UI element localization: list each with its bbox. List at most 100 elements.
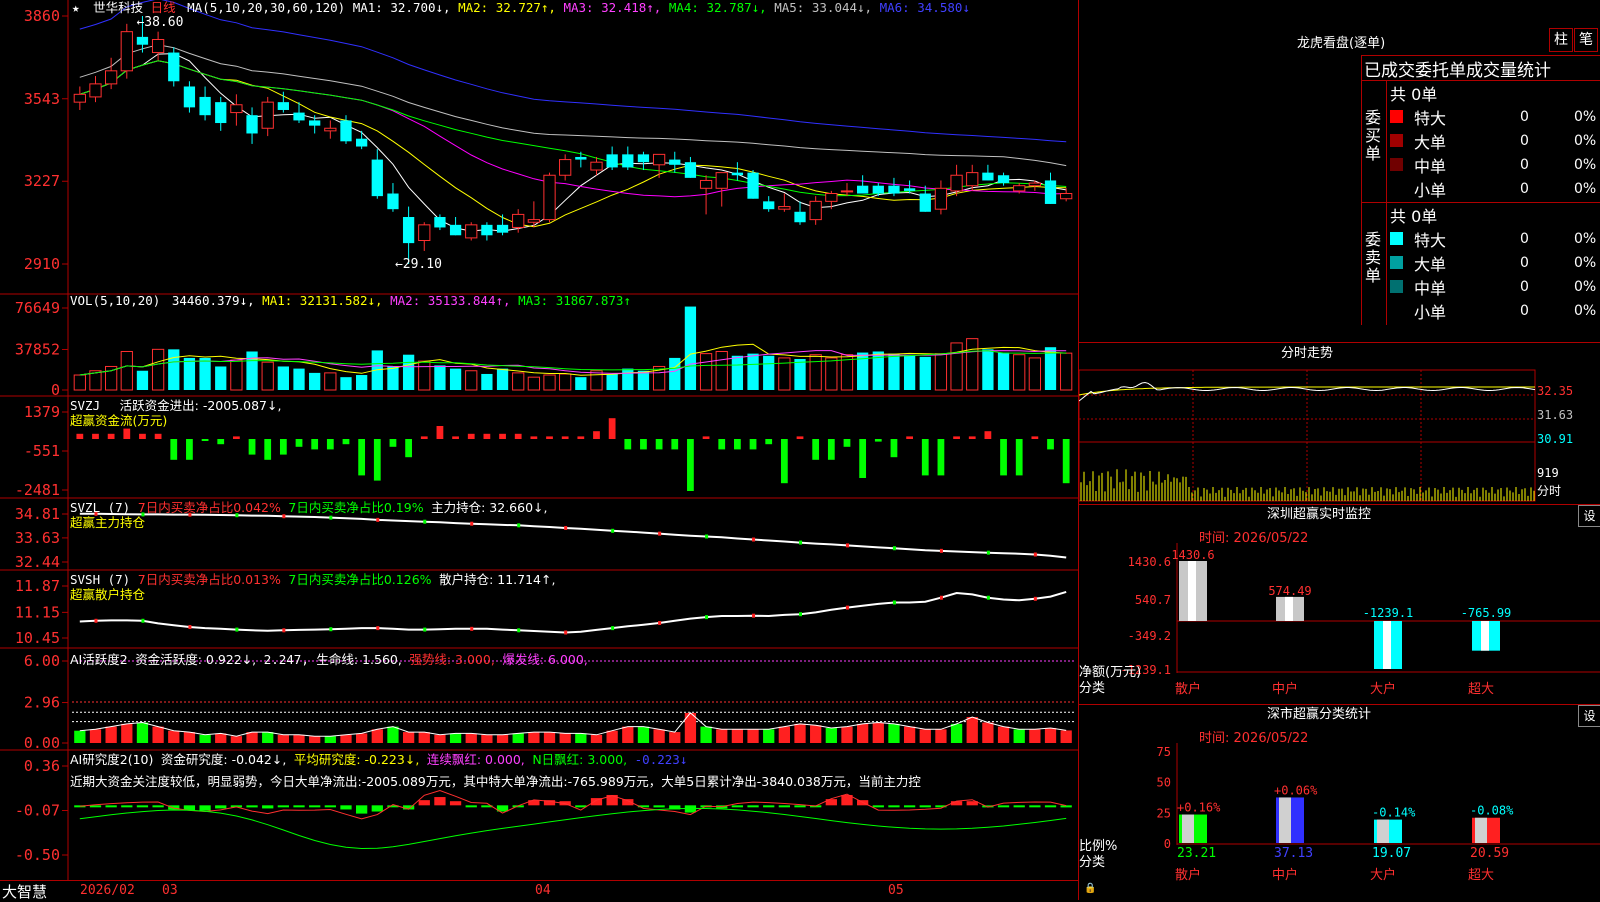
vol-bar-down: [903, 354, 916, 390]
svzj-header: SVZJ 活跃资金进出: -2005.087↓, 超赢资金流(万元): [70, 398, 281, 428]
brand-logo[interactable]: 大智慧: [2, 881, 47, 902]
sz-category-label: 大户: [1370, 681, 1396, 697]
intraday-chart[interactable]: 32.35 31.63 30.91 919 分时: [1079, 365, 1600, 503]
buy-pct: 0%: [1574, 157, 1597, 173]
ai1-bar: [496, 734, 509, 743]
svzj-bar: [139, 433, 146, 439]
stock-name[interactable]: 世华科技: [93, 0, 143, 15]
svsh-dot: [892, 600, 896, 605]
candle-body-up: [715, 172, 728, 189]
star-icon[interactable]: ★: [72, 0, 80, 15]
high-marker: ←38.60: [136, 15, 183, 30]
ai1-label: AI活跃度2: [70, 652, 128, 667]
ai2-t5: -0.223↓: [634, 752, 688, 767]
ai1-bar: [309, 736, 321, 743]
buy-swatch: [1390, 110, 1403, 123]
candle-body-up: [105, 70, 118, 85]
sc-settings-button[interactable]: 设: [1578, 705, 1600, 727]
buy-pct: 0%: [1574, 109, 1597, 125]
buy-pct: 0%: [1574, 181, 1597, 197]
candle-body-down: [982, 172, 994, 181]
ai-activity-panel[interactable]: 6.00 2.96 0.00: [24, 652, 1074, 752]
svzj-bar: [342, 439, 350, 445]
date-label-may: 05: [888, 883, 904, 898]
buy-pct: 0%: [1574, 133, 1597, 149]
svzj-bar: [467, 433, 475, 439]
tab-bar-button[interactable]: 柱: [1549, 28, 1573, 52]
sc-change-label: -0.14%: [1372, 806, 1416, 820]
buy-name: 特大: [1414, 109, 1447, 128]
sc-bar-chart[interactable]: 75 50 25 0 +0.16% 23.21 散户 +0.06% 37.13 中户 -0.14% 1…: [1079, 743, 1600, 901]
ai1-bar: [340, 734, 352, 743]
candle-body-down: [496, 224, 509, 233]
svsh-dot: [517, 628, 521, 633]
sz-cat-title: 分类: [1079, 681, 1106, 696]
ai1-axis-tick-label: 6.00: [24, 652, 60, 670]
vol-bar-down: [575, 377, 587, 390]
sz-monitor-section: 深圳超赢实时监控 设 时间: 2026/05/22 1430.6 540.7 -34…: [1079, 504, 1600, 703]
candle-body-down: [575, 156, 587, 160]
ai1-bar: [997, 726, 1010, 743]
price-axis-tick-label: 3543: [24, 90, 60, 108]
svsh-sub: 超赢散户持仓: [70, 587, 146, 602]
ai1-bar: [575, 733, 587, 743]
vol-bar-down: [402, 354, 415, 390]
vol-axis-tick-label: 76649: [15, 299, 60, 317]
vol-bar-down: [387, 366, 399, 390]
svzj-bar: [373, 439, 381, 481]
svsh-axis-tick-label: 11.87: [15, 577, 60, 595]
svzj-bar: [233, 436, 240, 439]
sell-group: 委卖单 共 0单 特大 0 0% 大单 0 0% 中单 0 0% 小单 0 0%: [1361, 202, 1600, 325]
ai1-bar: [669, 732, 681, 743]
vol-bar-up: [1028, 357, 1041, 391]
candle-body-up: [590, 161, 603, 171]
vol-bar-up: [825, 357, 838, 391]
sell-swatch: [1390, 304, 1403, 317]
sz-settings-button[interactable]: 设: [1578, 505, 1600, 527]
svzj-bar: [107, 433, 115, 439]
ai1-bar: [293, 734, 305, 743]
vol-bar-down: [356, 375, 368, 390]
ai1-bar: [810, 725, 822, 743]
svsh-dot: [188, 625, 192, 630]
buy-row: 大单 0 0%: [1390, 129, 1600, 153]
svzl-dot: [799, 540, 803, 545]
volume-panel[interactable]: 76649 37852 0: [15, 299, 1073, 399]
ai2-t3: 连续飘红: 0.000,: [426, 752, 525, 767]
sell-row: 小单 0 0%: [1390, 299, 1600, 323]
vol-bar-up: [73, 374, 86, 391]
svsh-dot: [1033, 596, 1037, 601]
vol-bar-down: [434, 365, 446, 390]
sc-category-label: 中户: [1272, 867, 1298, 883]
candle-body-down: [402, 217, 415, 244]
period-label[interactable]: 日线: [151, 0, 176, 15]
tab-pen-button[interactable]: 笔: [1574, 28, 1598, 52]
stat-title: 已成交委托单成交量统计: [1364, 61, 1551, 81]
svzj-bar: [859, 439, 867, 478]
intraday-section: 分时走势 32.35 31.63 30.91 919 分时: [1079, 342, 1600, 503]
ai2-bar: [1029, 805, 1041, 808]
vol-bar-down: [309, 372, 321, 390]
ai1-bar: [935, 729, 947, 743]
sc-ytick-label: 50: [1157, 776, 1171, 790]
sc-value-label: 19.07: [1372, 846, 1411, 861]
candle-body-up: [966, 172, 979, 187]
candle-panel[interactable]: 3860 3543 3227 2910 ←38.60 ←29.10: [24, 0, 1073, 273]
ai2-bar: [763, 805, 775, 808]
vol-header: VOL(5,10,20) 34460.379↓, MA1: 32131.582↓…: [70, 293, 631, 308]
ai2-bar: [340, 805, 352, 810]
svzj-bar: [1015, 439, 1023, 476]
ai2-bar: [356, 805, 368, 814]
ma-line-3: [79, 60, 1067, 198]
ai1-bar: [559, 733, 571, 743]
ai2-bar: [309, 805, 321, 808]
buy-count: 0: [1520, 181, 1529, 197]
sz-axis-title: 净额(万元): [1079, 665, 1142, 680]
ai2-bar: [434, 797, 446, 806]
svzj-bar: [1000, 439, 1007, 476]
svzl-axis-tick-label: 33.63: [15, 529, 60, 547]
ma2-value: MA2: 32.727↑,: [458, 0, 556, 15]
ai2-axis-tick-label: -0.50: [15, 846, 60, 864]
sell-row: 中单 0 0%: [1390, 275, 1600, 299]
sz-bar-chart[interactable]: 1430.6 540.7 -349.2 -1239.1 1430.6 散户 574.49 中户…: [1079, 543, 1600, 703]
